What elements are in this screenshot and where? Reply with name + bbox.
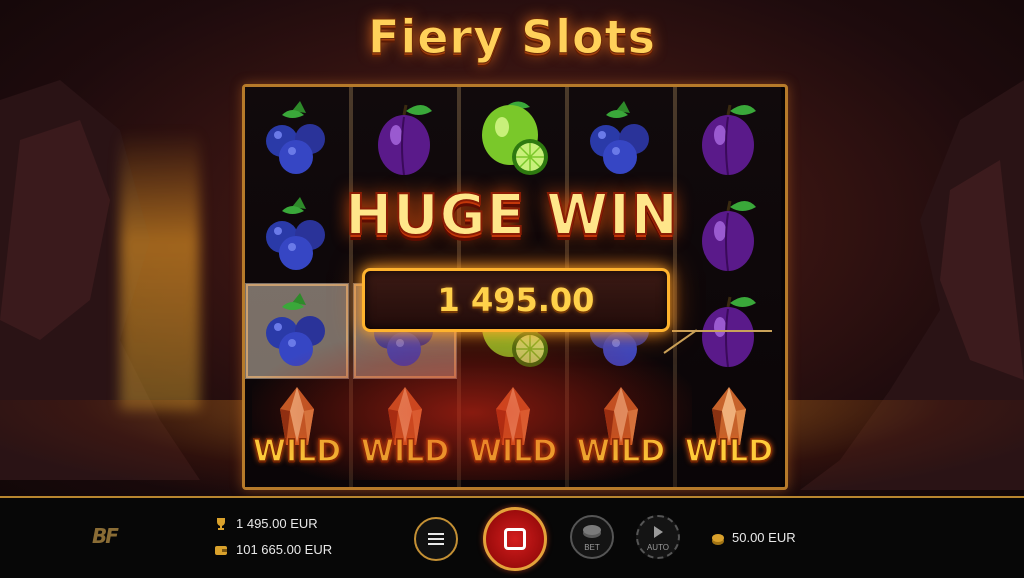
win-amount-plate: 1 495.00 [362,268,670,332]
symbol-blueberries [245,283,349,379]
bet-button[interactable]: BET [570,515,614,559]
autoplay-button-label: AUTO [646,543,670,552]
symbol-lime [461,91,565,187]
play-icon [654,526,663,538]
wild-label: WILD [684,433,774,470]
symbol-wild: WILD [569,379,673,475]
wild-label: WILD [576,433,666,470]
win-amount-value: 1 495.00 [437,281,595,319]
chip-stack-icon [583,525,601,535]
trophy-icon [217,517,225,530]
symbol-wild: WILD [677,379,781,475]
last-win-stat: 1 495.00 EUR [214,516,318,531]
symbol-blueberries [569,91,673,187]
payline-indicator [672,330,772,332]
hamburger-icon [428,533,444,545]
symbol-wild: WILD [461,379,565,475]
bet-amount-value: 50.00 EUR [732,530,796,545]
bet-button-label: BET [584,543,600,552]
wild-label: WILD [252,433,342,470]
autoplay-button[interactable]: AUTO [636,515,680,559]
spin-stop-button[interactable] [483,507,547,571]
coin-icon [712,533,724,542]
game-title-logo: Fiery Slots [368,10,656,65]
wallet-icon [215,545,227,555]
game-scene: Fiery Slots WILD WILD WILD WILD WILD HUGE WI… [0,0,1024,496]
wild-label: WILD [468,433,558,470]
reel-5: WILD [677,87,781,487]
symbol-wild: WILD [245,379,349,475]
symbol-plum [677,91,781,187]
wild-label: WILD [360,433,450,470]
balance-stat: 101 665.00 EUR [214,542,332,557]
bottom-control-bar: BF 1 495.00 EUR 101 665.00 EUR BET AUTO [0,496,1024,578]
stop-icon [504,528,526,550]
bet-amount-stat: 50.00 EUR [712,530,796,545]
lavafall-glow [120,130,200,410]
symbol-plum [353,91,457,187]
last-win-value: 1 495.00 EUR [236,516,318,531]
balance-value: 101 665.00 EUR [236,542,333,557]
huge-win-banner: HUGE WIN [344,182,679,249]
provider-logo: BF [92,524,119,548]
reel-1: WILD [245,87,349,487]
menu-button[interactable] [414,517,458,561]
symbol-wild: WILD [353,379,457,475]
symbol-blueberries [245,91,349,187]
